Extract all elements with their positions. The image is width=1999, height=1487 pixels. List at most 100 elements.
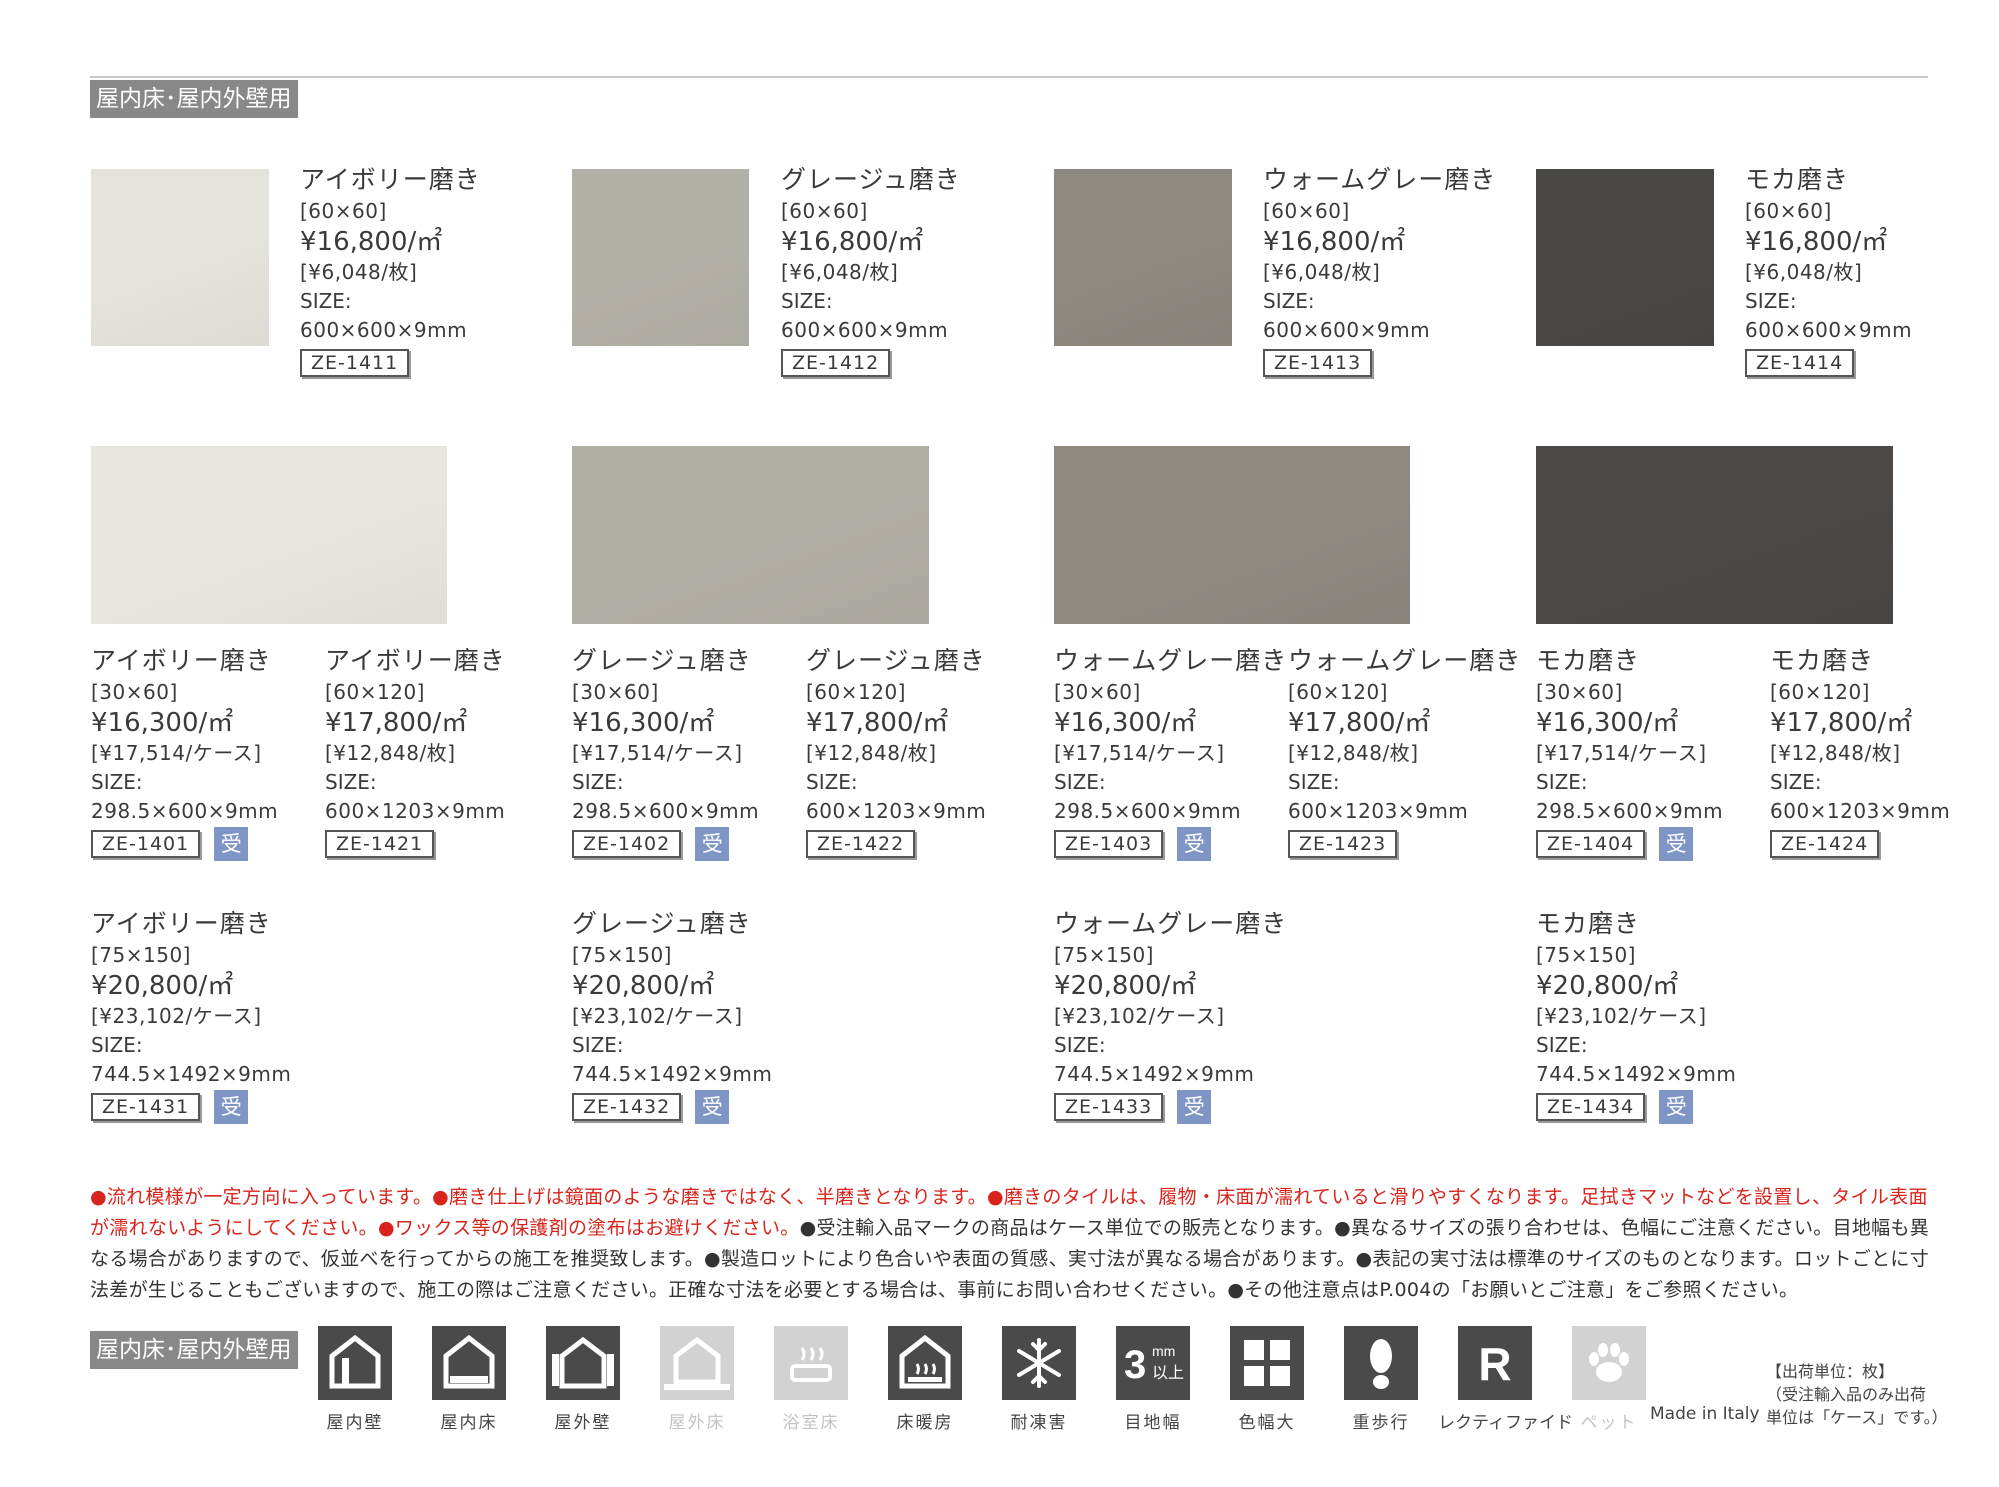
tile-swatch-greige-60x60 <box>572 169 749 346</box>
size-label: SIZE: <box>1536 1033 1588 1057</box>
product-code: ZE-1411 <box>300 349 410 377</box>
size-class: [30×60] <box>1054 680 1141 704</box>
unit-price: [¥17,514/ケース] <box>572 741 743 765</box>
product-code: ZE-1414 <box>1745 349 1855 377</box>
product-name: アイボリー磨き <box>300 165 481 194</box>
product-ze-1414: モカ磨き [60×60] ¥16,800/㎡ [¥6,048/枚] SIZE: … <box>1745 163 1912 379</box>
size-label: SIZE: <box>1288 770 1340 794</box>
floor-heating-icon: 床暖房 <box>888 1326 962 1433</box>
product-code: ZE-1412 <box>781 349 891 377</box>
size-label: SIZE: <box>572 1033 624 1057</box>
product-name: アイボリー磨き <box>325 646 506 675</box>
product-name: モカ磨き <box>1536 646 1641 675</box>
order-import-badge: 受 <box>695 827 730 861</box>
dimensions: 298.5×600×9mm <box>91 799 279 823</box>
product-code: ZE-1401 <box>91 830 201 858</box>
price: ¥16,300/㎡ <box>1536 708 1679 738</box>
size-label: SIZE: <box>91 1033 143 1057</box>
product-code: ZE-1403 <box>1054 830 1164 858</box>
product-ze-1403: ウォームグレー磨き [30×60] ¥16,300/㎡ [¥17,514/ケース… <box>1054 644 1288 861</box>
price: ¥17,800/㎡ <box>806 708 949 738</box>
price: ¥20,800/㎡ <box>1536 971 1679 1001</box>
price: ¥16,300/㎡ <box>1054 708 1197 738</box>
product-ze-1422: グレージュ磨き [60×120] ¥17,800/㎡ [¥12,848/枚] S… <box>806 644 986 860</box>
svg-text:以上: 以上 <box>1152 1363 1184 1382</box>
size-class: [30×60] <box>572 680 659 704</box>
product-code: ZE-1413 <box>1263 349 1373 377</box>
size-class: [75×150] <box>1536 943 1636 967</box>
size-label: SIZE: <box>1263 289 1315 313</box>
top-rule <box>90 76 1928 78</box>
svg-text:R: R <box>1478 1338 1511 1390</box>
product-name: ウォームグレー磨き <box>1054 646 1288 675</box>
product-ze-1402: グレージュ磨き [30×60] ¥16,300/㎡ [¥17,514/ケース] … <box>572 644 760 861</box>
unit-price: [¥23,102/ケース] <box>572 1004 743 1028</box>
size-class: [75×150] <box>1054 943 1154 967</box>
product-name: グレージュ磨き <box>806 646 986 675</box>
pet-icon: ペット <box>1572 1326 1646 1433</box>
color-variation-icon: 色幅大 <box>1230 1326 1304 1433</box>
product-code: ZE-1404 <box>1536 830 1646 858</box>
size-label: SIZE: <box>1536 770 1588 794</box>
order-import-badge: 受 <box>1659 827 1694 861</box>
product-code: ZE-1421 <box>325 830 435 858</box>
unit-price: [¥6,048/枚] <box>300 260 418 284</box>
size-class: [30×60] <box>1536 680 1623 704</box>
unit-price: [¥23,102/ケース] <box>1536 1004 1707 1028</box>
size-class: [60×120] <box>325 680 425 704</box>
product-name: グレージュ磨き <box>781 165 961 194</box>
dimensions: 298.5×600×9mm <box>1536 799 1724 823</box>
rectified-icon: R レクティファイド <box>1438 1326 1573 1433</box>
price: ¥17,800/㎡ <box>1770 708 1913 738</box>
dimensions: 744.5×1492×9mm <box>1536 1062 1737 1086</box>
section-label: 屋内床･屋内外壁用 <box>90 80 298 118</box>
dimensions: 600×600×9mm <box>781 318 949 342</box>
product-code: ZE-1432 <box>572 1093 682 1121</box>
product-name: ウォームグレー磨き <box>1288 646 1522 675</box>
order-import-badge: 受 <box>214 827 249 861</box>
dimensions: 298.5×600×9mm <box>572 799 760 823</box>
caution-notes: ●流れ模様が一定方向に入っています。●磨き仕上げは鏡面のような磨きではなく、半磨… <box>90 1182 1930 1306</box>
dimensions: 744.5×1492×9mm <box>572 1062 773 1086</box>
product-ze-1431: アイボリー磨き [75×150] ¥20,800/㎡ [¥23,102/ケース]… <box>91 907 291 1124</box>
order-import-badge: 受 <box>1177 827 1212 861</box>
price: ¥17,800/㎡ <box>1288 708 1431 738</box>
dimensions: 600×600×9mm <box>1745 318 1913 342</box>
heavy-traffic-icon: 重歩行 <box>1344 1326 1418 1433</box>
product-name: モカ磨き <box>1770 646 1875 675</box>
price: ¥16,300/㎡ <box>572 708 715 738</box>
product-name: アイボリー磨き <box>91 646 272 675</box>
size-label: SIZE: <box>1745 289 1797 313</box>
product-ze-1433: ウォームグレー磨き [75×150] ¥20,800/㎡ [¥23,102/ケー… <box>1054 907 1288 1124</box>
dimensions: 600×1203×9mm <box>325 799 506 823</box>
dimensions: 600×1203×9mm <box>1770 799 1951 823</box>
price: ¥16,300/㎡ <box>91 708 234 738</box>
unit-price: [¥6,048/枚] <box>1745 260 1863 284</box>
price: ¥20,800/㎡ <box>91 971 234 1001</box>
bathroom-floor-icon: 浴室床 <box>774 1326 848 1433</box>
order-import-badge: 受 <box>1659 1090 1694 1124</box>
dimensions: 600×1203×9mm <box>806 799 987 823</box>
price: ¥16,800/㎡ <box>300 227 443 257</box>
unit-price: [¥12,848/枚] <box>325 741 456 765</box>
product-name: ウォームグレー磨き <box>1054 909 1288 938</box>
size-label: SIZE: <box>1054 770 1106 794</box>
product-name: モカ磨き <box>1745 165 1850 194</box>
dimensions: 744.5×1492×9mm <box>1054 1062 1255 1086</box>
tile-swatch-ivory-large <box>91 446 447 624</box>
made-in-label: Made in Italy <box>1650 1404 1760 1424</box>
product-name: ウォームグレー磨き <box>1263 165 1497 194</box>
price: ¥16,800/㎡ <box>781 227 924 257</box>
product-ze-1424: モカ磨き [60×120] ¥17,800/㎡ [¥12,848/枚] SIZE… <box>1770 644 1950 860</box>
outdoor-wall-icon: 屋外壁 <box>546 1326 620 1433</box>
price: ¥20,800/㎡ <box>1054 971 1197 1001</box>
size-class: [60×120] <box>1288 680 1388 704</box>
price: ¥16,800/㎡ <box>1745 227 1888 257</box>
product-ze-1412: グレージュ磨き [60×60] ¥16,800/㎡ [¥6,048/枚] SIZ… <box>781 163 961 379</box>
product-code: ZE-1423 <box>1288 830 1398 858</box>
size-label: SIZE: <box>91 770 143 794</box>
size-class: [75×150] <box>572 943 672 967</box>
product-code: ZE-1434 <box>1536 1093 1646 1121</box>
indoor-wall-icon: 屋内壁 <box>318 1326 392 1433</box>
product-ze-1413: ウォームグレー磨き [60×60] ¥16,800/㎡ [¥6,048/枚] S… <box>1263 163 1496 379</box>
